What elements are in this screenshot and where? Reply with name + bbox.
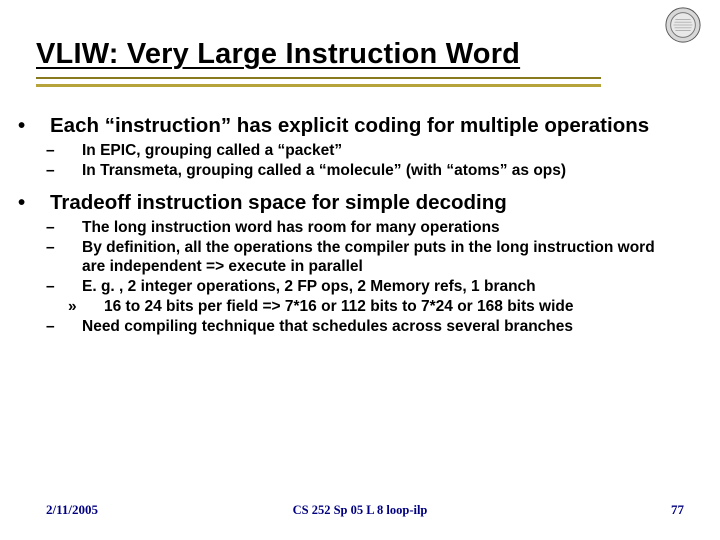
bullet-2-sub-1: The long instruction word has room for m… [64, 219, 680, 238]
bullet-2-sub-4: Need compiling technique that schedules … [64, 318, 680, 337]
bullet-2: Tradeoff instruction space for simple de… [34, 191, 680, 215]
bullet-1-sub-2: In Transmeta, grouping called a “molecul… [64, 162, 680, 181]
footer: 2/11/2005 CS 252 Sp 05 L 8 loop-ilp 77 [0, 500, 720, 518]
bullet-1: Each “instruction” has explicit coding f… [34, 114, 680, 138]
footer-page-number: 77 [671, 502, 684, 518]
bullet-1-sub-1: In EPIC, grouping called a “packet” [64, 142, 680, 161]
content-area: Each “instruction” has explicit coding f… [34, 114, 680, 347]
slide: VLIW: Very Large Instruction Word Each “… [0, 0, 720, 540]
bullet-1-subs: In EPIC, grouping called a “packet” In T… [64, 142, 680, 181]
bullet-2-sub-3-sub-1: 16 to 24 bits per field => 7*16 or 112 b… [86, 298, 680, 317]
bullet-2-sub-2: By definition, all the operations the co… [64, 239, 680, 277]
title-area: VLIW: Very Large Instruction Word [36, 38, 680, 71]
title-underline [36, 77, 601, 87]
footer-center: CS 252 Sp 05 L 8 loop-ilp [0, 503, 720, 518]
slide-title: VLIW: Very Large Instruction Word [36, 38, 680, 71]
bullet-2-subs: The long instruction word has room for m… [64, 219, 680, 336]
bullet-2-sub-3-subs: 16 to 24 bits per field => 7*16 or 112 b… [86, 298, 680, 317]
bullet-2-sub-3: E. g. , 2 integer operations, 2 FP ops, … [64, 278, 680, 297]
